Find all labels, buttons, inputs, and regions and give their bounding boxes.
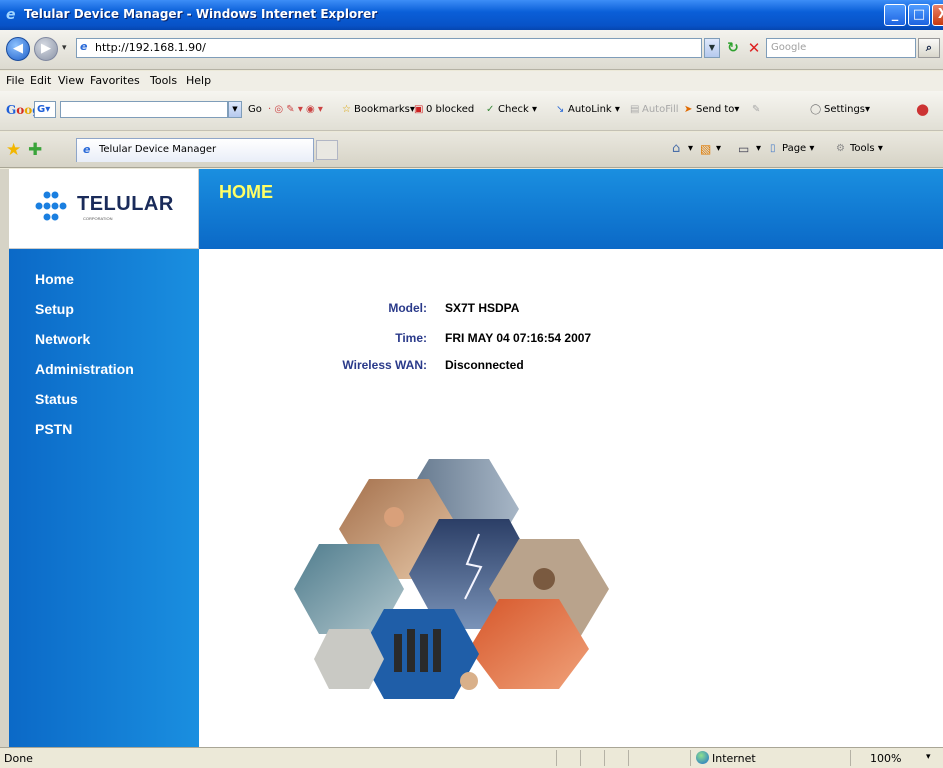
favorites-star-icon[interactable]: ★ <box>6 140 21 160</box>
address-toolbar: ◀ ▶ ▾ e http://192.168.1.90/ ▼ ↻ ✕ Googl… <box>0 30 943 70</box>
recent-pages-dropdown-icon[interactable]: ▾ <box>62 43 67 53</box>
status-text: Done <box>4 752 33 765</box>
nav-network[interactable]: Network <box>35 331 90 347</box>
tab-telular-device-manager[interactable]: e Telular Device Manager <box>76 138 314 162</box>
stop-icon[interactable]: ✕ <box>745 39 763 57</box>
highlight-icon[interactable]: ✎ <box>752 104 760 115</box>
popup-blocker-icon: ▣ <box>414 104 424 115</box>
address-input[interactable]: e http://192.168.1.90/ <box>76 38 702 58</box>
brand-subtitle: CORPORATION <box>83 216 113 221</box>
toolbar-app-icon[interactable]: ● <box>916 100 929 118</box>
status-divider <box>850 750 851 766</box>
print-dropdown-icon[interactable]: ▾ <box>756 143 761 154</box>
home-icon[interactable]: ⌂ <box>672 141 680 156</box>
menu-bar: File Edit View Favorites Tools Help <box>0 71 943 91</box>
autolink-button[interactable]: AutoLink ▾ <box>568 104 620 115</box>
google-toolbar: Google G▾ ▼ Go · ◎ ✎ ▾ ◉ ▾ ☆ Bookmarks▾ … <box>0 91 943 131</box>
page-icon: e <box>80 40 88 53</box>
browser-window: e Telular Device Manager - Windows Inter… <box>0 0 943 768</box>
new-tab-button[interactable] <box>316 140 338 160</box>
nav-administration[interactable]: Administration <box>35 361 134 377</box>
page-icon: ▯ <box>770 143 776 154</box>
telular-logo: TELULAR CORPORATION <box>9 169 199 249</box>
nav-status[interactable]: Status <box>35 391 78 407</box>
wireless-wan-value: Disconnected <box>445 358 524 372</box>
bookmarks-star-icon: ☆ <box>342 104 351 115</box>
search-icon[interactable]: ⌕ <box>918 38 940 58</box>
home-dropdown-icon[interactable]: ▾ <box>688 143 693 154</box>
check-button[interactable]: Check ▾ <box>498 104 537 115</box>
send-to-icon: ➤ <box>684 104 693 115</box>
feeds-dropdown-icon[interactable]: ▾ <box>716 143 721 154</box>
address-text: http://192.168.1.90/ <box>95 41 206 54</box>
forward-button[interactable]: ▶ <box>34 37 58 61</box>
autofill-icon: ▤ <box>630 104 640 115</box>
google-menu-button[interactable]: G▾ <box>34 101 56 118</box>
maximize-button[interactable]: □ <box>908 4 930 26</box>
web-page: TELULAR CORPORATION HOME Home Setup Netw… <box>9 169 943 747</box>
google-go-button[interactable]: Go <box>248 104 262 115</box>
address-dropdown-icon[interactable]: ▼ <box>704 38 720 58</box>
autolink-icon: ↘ <box>556 104 565 115</box>
window-title: Telular Device Manager - Windows Interne… <box>24 7 378 21</box>
internet-zone-icon <box>696 751 709 764</box>
toolbar-extras-icon[interactable]: · ◎ ✎ ▾ ◉ ▾ <box>268 104 323 115</box>
back-button[interactable]: ◀ <box>6 37 30 61</box>
sidebar-nav: Home Setup Network Administration Status… <box>9 249 199 747</box>
model-label: Model: <box>388 301 427 315</box>
nav-setup[interactable]: Setup <box>35 301 74 317</box>
menu-view[interactable]: View <box>58 74 84 87</box>
spellcheck-icon: ✓ <box>486 104 495 115</box>
minimize-button[interactable]: _ <box>884 4 906 26</box>
autofill-button[interactable]: AutoFill <box>642 104 679 115</box>
settings-button[interactable]: Settings▾ <box>824 104 870 115</box>
add-favorite-icon[interactable]: ✚ <box>28 140 42 160</box>
wireless-wan-label: Wireless WAN: <box>342 358 427 372</box>
menu-help[interactable]: Help <box>186 74 211 87</box>
zoom-dropdown-icon[interactable]: ▾ <box>926 752 931 762</box>
refresh-icon[interactable]: ↻ <box>724 39 742 57</box>
page-menu-button[interactable]: Page ▾ <box>782 143 814 154</box>
tab-bar: ★ ✚ e Telular Device Manager ⌂ ▾ ▧ ▾ ▭ ▾… <box>0 132 943 168</box>
telular-dots-icon <box>35 191 67 221</box>
menu-file[interactable]: File <box>6 74 24 87</box>
status-divider <box>690 750 691 766</box>
window-frame-left <box>0 169 9 747</box>
bookmarks-button[interactable]: Bookmarks▾ <box>354 104 415 115</box>
send-to-button[interactable]: Send to▾ <box>696 104 739 115</box>
tools-gear-icon: ⚙ <box>836 143 845 154</box>
time-value: FRI MAY 04 07:16:54 2007 <box>445 331 592 345</box>
status-divider <box>556 750 557 766</box>
search-input[interactable]: Google <box>766 38 916 58</box>
nav-home[interactable]: Home <box>35 271 74 287</box>
tools-menu-button[interactable]: Tools ▾ <box>850 143 883 154</box>
ie-icon: e <box>6 7 16 23</box>
status-divider <box>628 750 629 766</box>
tab-label: Telular Device Manager <box>99 144 217 155</box>
menu-edit[interactable]: Edit <box>30 74 51 87</box>
zoom-level[interactable]: 100% <box>870 752 901 765</box>
page-title: HOME <box>219 182 273 202</box>
google-search-dropdown-icon[interactable]: ▼ <box>228 101 242 118</box>
status-divider <box>604 750 605 766</box>
popup-blocked-button[interactable]: 0 blocked <box>426 104 474 115</box>
status-bar: Done Internet 100% ▾ <box>0 747 943 768</box>
page-header: HOME <box>199 169 943 249</box>
model-value: SX7T HSDPA <box>445 301 520 315</box>
title-bar: e Telular Device Manager - Windows Inter… <box>0 0 943 30</box>
settings-icon: ◯ <box>810 104 822 115</box>
brand-name: TELULAR <box>77 193 174 215</box>
product-collage-image <box>294 459 609 699</box>
print-icon[interactable]: ▭ <box>738 142 749 156</box>
google-search-field[interactable] <box>60 101 228 118</box>
nav-pstn[interactable]: PSTN <box>35 421 72 437</box>
tab-page-icon: e <box>83 143 91 156</box>
close-button[interactable]: X <box>932 4 943 26</box>
status-divider <box>580 750 581 766</box>
menu-favorites[interactable]: Favorites <box>90 74 140 87</box>
security-zone: Internet <box>712 752 756 765</box>
feeds-icon[interactable]: ▧ <box>700 142 711 156</box>
time-label: Time: <box>395 331 427 345</box>
menu-tools[interactable]: Tools <box>150 74 177 87</box>
